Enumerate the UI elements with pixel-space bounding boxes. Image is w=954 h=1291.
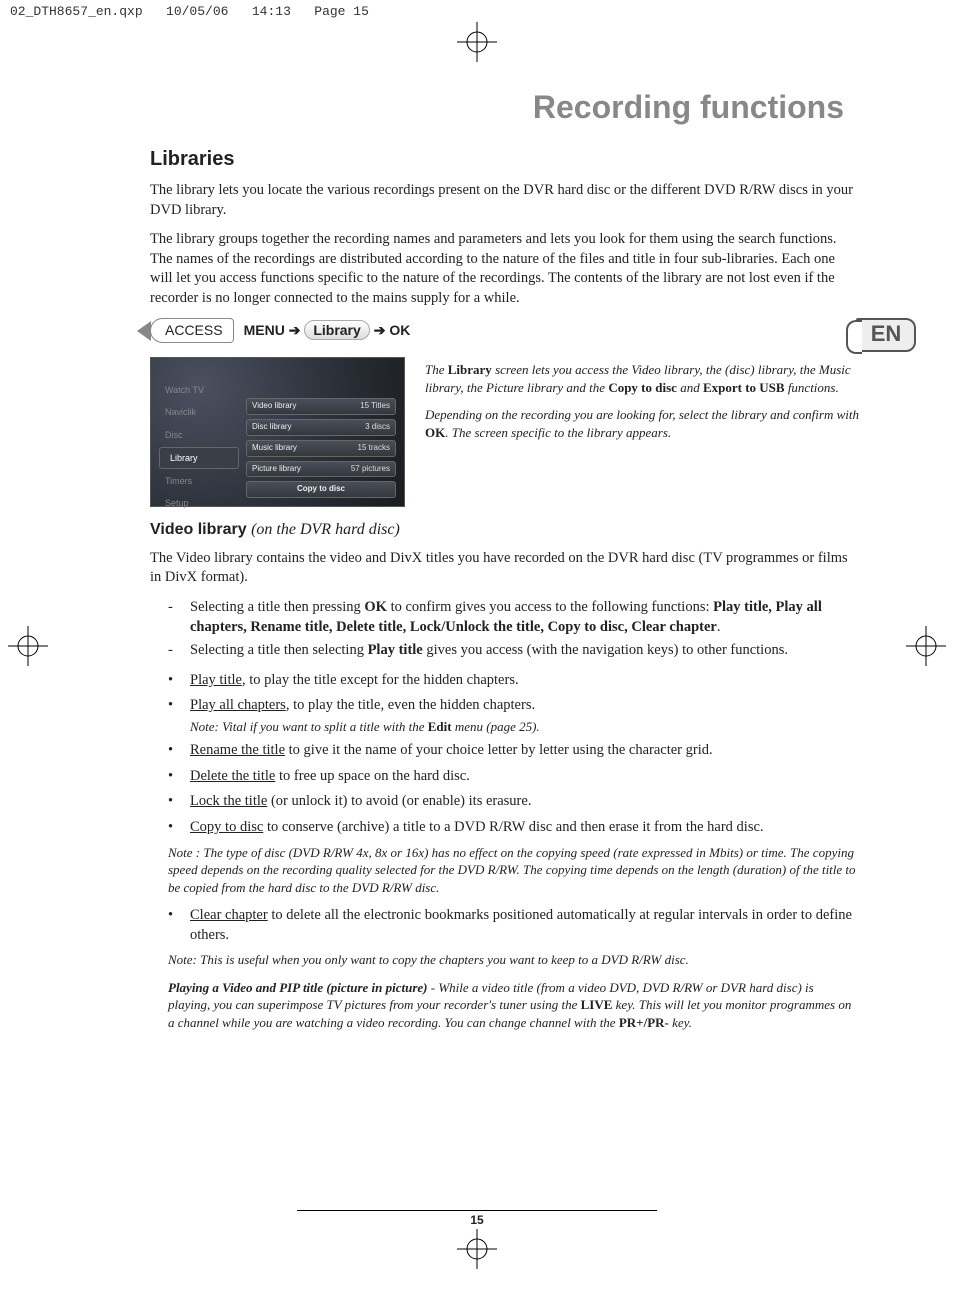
list-item: Lock the title (or unlock it) to avoid (…: [190, 792, 859, 812]
ss-row: Music library 15 tracks: [246, 440, 396, 457]
list-item: Delete the title to free up space on the…: [190, 767, 859, 787]
ss-row: Video library 15 Titles: [246, 398, 396, 415]
breadcrumb: MENU ➔ Library ➔ OK: [244, 321, 411, 340]
ss-copy-button: Copy to disc: [246, 481, 396, 498]
ss-menu-item: Watch TV: [159, 380, 239, 400]
subsection-heading: Video library (on the DVR hard disc): [150, 519, 859, 541]
list-item: Play title, to play the title except for…: [190, 671, 859, 691]
screenshot-caption: The Library screen lets you access the V…: [425, 357, 859, 451]
bullet-list: Clear chapter to delete all the electron…: [150, 906, 859, 945]
library-screenshot: Watch TV Naviclik Disc Library Timers Se…: [150, 357, 405, 507]
access-badge: ACCESS: [150, 318, 234, 343]
arrow-icon: ➔: [289, 322, 301, 338]
bc-ok: OK: [389, 322, 410, 338]
intro-para-2: The library groups together the recordin…: [150, 230, 859, 308]
ss-menu-item: Timers: [159, 471, 239, 491]
filename: 02_DTH8657_en.qxp: [10, 4, 143, 19]
registration-mark-icon: [457, 22, 497, 62]
pip-note: Playing a Video and PIP title (picture i…: [168, 979, 859, 1032]
note: Note : The type of disc (DVD R/RW 4x, 8x…: [168, 844, 859, 897]
date: 10/05/06: [166, 4, 228, 19]
list-item: Selecting a title then pressing OK to co…: [190, 598, 859, 637]
arrow-icon: ➔: [374, 322, 386, 338]
section-heading: Libraries: [150, 146, 859, 173]
access-breadcrumb: ACCESS MENU ➔ Library ➔ OK: [150, 318, 859, 343]
ss-library-list: Video library 15 Titles Disc library 3 d…: [246, 398, 396, 502]
bc-menu: MENU: [244, 322, 285, 338]
ss-menu-item-active: Library: [159, 447, 239, 469]
language-badge: EN: [856, 318, 916, 352]
intro-para-1: The library lets you locate the various …: [150, 181, 859, 220]
print-header: 02_DTH8657_en.qxp 10/05/06 14:13 Page 15: [0, 0, 954, 19]
video-library-intro: The Video library contains the video and…: [150, 549, 859, 588]
ss-menu-item: Setup: [159, 493, 239, 513]
list-item: Selecting a title then selecting Play ti…: [190, 641, 859, 661]
ss-left-menu: Watch TV Naviclik Disc Library Timers Se…: [159, 380, 239, 515]
page-number: 15: [297, 1210, 657, 1227]
note: Note: Vital if you want to split a title…: [190, 718, 859, 736]
time: 14:13: [252, 4, 291, 19]
ss-menu-item: Naviclik: [159, 402, 239, 422]
registration-mark-icon: [8, 626, 48, 666]
ss-row: Disc library 3 discs: [246, 419, 396, 436]
list-item: Play all chapters, to play the title, ev…: [190, 696, 859, 735]
registration-mark-icon: [457, 1229, 497, 1269]
note: Note: This is useful when you only want …: [168, 951, 859, 969]
page-label: Page 15: [314, 4, 369, 19]
ss-menu-item: Disc: [159, 425, 239, 445]
list-item: Copy to disc to conserve (archive) a tit…: [190, 818, 859, 838]
bullet-list: Play title, to play the title except for…: [150, 671, 859, 838]
list-item: Rename the title to give it the name of …: [190, 741, 859, 761]
ss-row: Picture library 57 pictures: [246, 461, 396, 478]
list-item: Clear chapter to delete all the electron…: [190, 906, 859, 945]
bc-library: Library: [304, 320, 369, 340]
dash-list: Selecting a title then pressing OK to co…: [150, 598, 859, 661]
registration-mark-icon: [906, 626, 946, 666]
